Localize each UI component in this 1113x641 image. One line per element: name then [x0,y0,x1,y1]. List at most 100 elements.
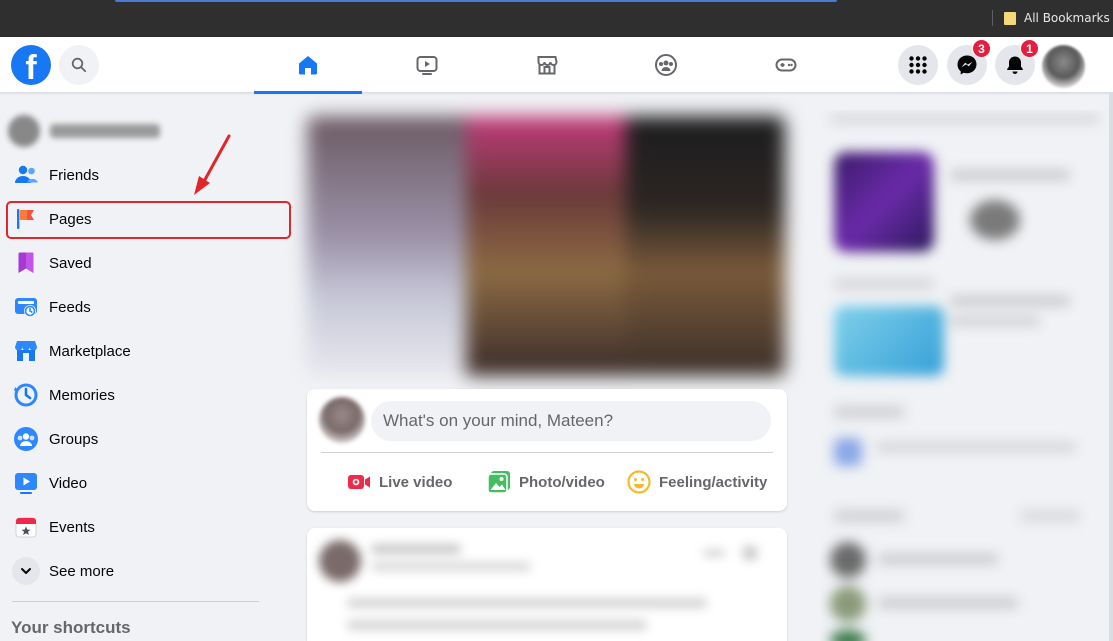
feed-post[interactable] [307,528,787,641]
sidebar-item-label: Memories [49,386,115,404]
birthday-gift-icon [834,438,862,466]
tab-marketplace[interactable] [493,37,601,93]
photo-video-button[interactable]: Photo/video [487,467,605,497]
account-avatar[interactable] [1042,45,1085,88]
composer-avatar[interactable] [319,397,365,443]
home-icon [299,56,317,75]
sidebar-item-marketplace[interactable]: Marketplace [8,329,290,373]
browser-bookmarks-bar: All Bookmarks [0,0,1113,37]
notifications-button[interactable]: 1 [995,39,1039,85]
contacts-heading [834,510,904,522]
feeling-activity-button[interactable]: Feeling/activity [627,467,767,497]
left-sidebar: Friends Pages Saved Feeds Marketplace Me… [0,93,298,641]
post-author-avatar [319,540,361,582]
events-calendar-icon [12,513,40,541]
search-icon [71,57,87,73]
video-play-icon [12,469,40,497]
sidebar-item-memories[interactable]: Memories [8,373,290,417]
sponsored-text [950,316,1040,326]
facebook-logo[interactable]: f [11,45,51,85]
story-card[interactable] [466,116,626,376]
profile-name-blurred [50,124,160,138]
groups-icon [12,425,40,453]
sponsored-image[interactable] [834,306,944,376]
sidebar-item-feeds[interactable]: Feeds [8,285,290,329]
live-video-button[interactable]: Live video [347,467,452,497]
apps-grid-icon [909,56,927,74]
marketplace-store-icon [537,56,558,75]
pages-highlight-annotation [6,201,291,239]
sidebar-item-video[interactable]: Video [8,461,290,505]
marketplace-icon [12,337,40,365]
messenger-icon [957,55,977,75]
feeds-icon [12,293,40,321]
contact-name [878,554,998,564]
live-video-label: Live video [379,473,453,491]
top-navigation: f 3 1 [0,37,1113,94]
contacts-actions [1020,510,1080,522]
photo-video-icon [487,471,510,494]
live-video-icon [348,475,370,489]
composer-input[interactable]: What's on your mind, Mateen? [371,401,771,441]
feeling-activity-label: Feeling/activity [659,473,768,491]
post-meta [371,562,531,571]
profile-avatar [8,115,40,147]
post-author-name [371,544,461,554]
tab-gaming[interactable] [732,37,840,93]
sponsored-image[interactable] [834,152,934,252]
sponsored-logo [970,200,1020,240]
sidebar-item-events[interactable]: Events [8,505,290,549]
sponsored-heading [830,114,1100,124]
all-bookmarks-button[interactable]: All Bookmarks [1004,10,1110,26]
birthdays-heading [834,406,904,418]
sidebar-item-label: Events [49,518,95,536]
sidebar-item-label: Feeds [49,298,91,316]
post-text-line [347,598,707,608]
sidebar-profile-link[interactable] [8,115,160,147]
notifications-badge: 1 [1020,39,1039,58]
contact-avatar[interactable] [830,586,866,622]
right-column-blurred-content [820,110,1113,641]
logo-letter: f [25,49,37,85]
sidebar-item-label: See more [49,562,115,580]
groups-icon [655,54,677,76]
post-close-icon [743,546,757,560]
stories-tray[interactable] [307,116,785,376]
sidebar-see-more[interactable]: See more [8,549,290,593]
sidebar-item-label: Saved [49,254,92,272]
right-column [820,110,1113,641]
feeling-smiley-icon [627,470,651,494]
bell-icon [1007,56,1023,74]
sidebar-item-groups[interactable]: Groups [8,417,290,461]
messenger-badge: 3 [972,39,991,58]
sponsored-item-title [834,278,934,290]
chevron-down-icon [12,557,40,585]
folder-icon [1004,11,1016,25]
saved-bookmark-icon [12,249,40,277]
sidebar-item-saved[interactable]: Saved [8,241,290,285]
birthday-text [876,442,1076,452]
sidebar-item-label: Marketplace [49,342,131,360]
memories-clock-icon [12,381,40,409]
sidebar-item-label: Video [49,474,88,492]
sponsored-title [950,170,1070,180]
story-card[interactable] [307,116,467,376]
watch-video-icon [416,56,438,75]
contact-avatar[interactable] [830,630,866,641]
feed-post-blurred-content [307,528,787,641]
tab-home[interactable] [254,37,362,94]
all-bookmarks-label: All Bookmarks [1024,11,1110,25]
address-bar-edge [115,0,837,2]
tab-groups[interactable] [612,37,720,93]
search-button[interactable] [59,45,99,85]
sidebar-item-friends[interactable]: Friends [8,153,290,197]
page-scrollbar[interactable] [1109,93,1113,641]
bookmarks-separator [992,10,993,26]
contact-avatar[interactable] [830,542,866,578]
tab-watch[interactable] [373,37,481,93]
sidebar-item-label: Groups [49,430,99,448]
messenger-button[interactable]: 3 [947,39,991,85]
story-card[interactable] [625,116,785,376]
shortcuts-heading: Your shortcuts [11,618,131,637]
menu-button[interactable] [898,45,938,85]
